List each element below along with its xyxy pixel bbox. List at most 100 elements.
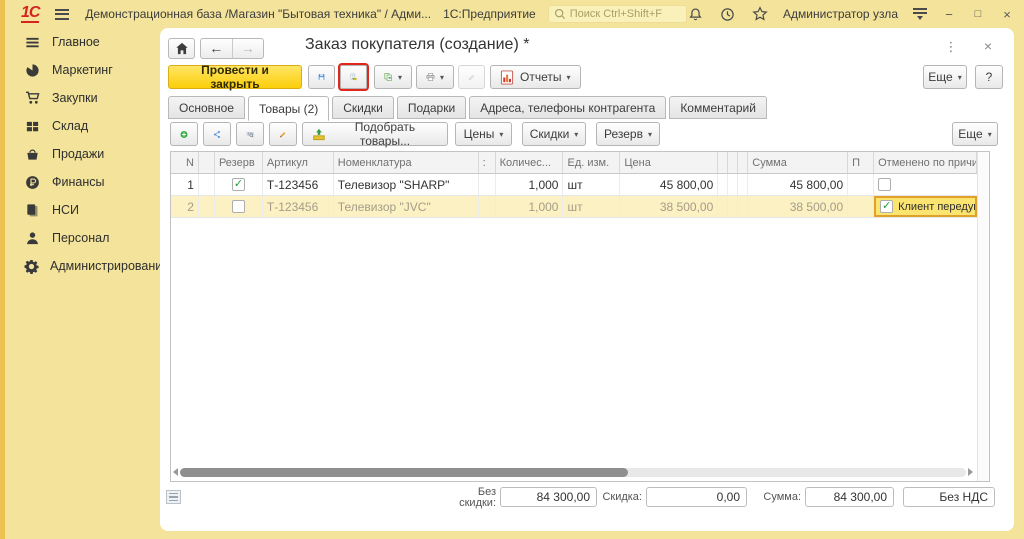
tab-addresses[interactable]: Адреса, телефоны контрагента	[469, 96, 666, 119]
col-sum[interactable]: Сумма	[748, 152, 848, 173]
back-button[interactable]: ←	[201, 39, 232, 58]
save-button[interactable]	[308, 65, 335, 89]
topbar: 1С Демонстрационная база /Магазин "Бытов…	[5, 0, 1024, 28]
items-more-button[interactable]: Еще▾	[952, 122, 998, 146]
col-article[interactable]: Артикул	[263, 152, 334, 173]
table-row[interactable]: 1 Т-123456 Телевизор "SHARP" 1,000 шт 45…	[171, 174, 977, 196]
discounts-button[interactable]: Скидки▾	[522, 122, 586, 146]
person-icon	[24, 230, 41, 247]
order-form-window: ← → Заказ покупателя (создание) * ⋮ × Пр…	[160, 28, 1014, 531]
col-cancelled[interactable]: Отменено по причине	[874, 152, 977, 173]
col-unit[interactable]: Ед. изм.	[563, 152, 620, 173]
tab-gifts[interactable]: Подарки	[397, 96, 466, 119]
tab-main[interactable]: Основное	[168, 96, 245, 119]
no-discount-label: Без скидки:	[444, 487, 496, 509]
pie-chart-icon	[24, 62, 41, 79]
cancel-reason-cell-selected[interactable]: Клиент передумал	[874, 196, 977, 217]
sidebar-item-administration[interactable]: Администрирование	[5, 252, 160, 280]
reserve-checkbox-unchecked[interactable]	[232, 200, 245, 213]
tab-discounts[interactable]: Скидки	[332, 96, 394, 119]
cancel-checkbox-unchecked[interactable]	[878, 178, 891, 191]
col-narrow-3[interactable]	[738, 152, 748, 173]
no-discount-field[interactable]: 84 300,00	[500, 487, 597, 507]
cancel-checkbox-checked[interactable]	[880, 200, 893, 213]
maximize-button[interactable]: □	[971, 8, 985, 20]
sidebar-item-warehouse[interactable]: Склад	[5, 112, 160, 140]
sidebar-item-marketing[interactable]: Маркетинг	[5, 56, 160, 84]
search-input[interactable]	[570, 8, 681, 20]
reserve-button[interactable]: Резерв▾	[596, 122, 660, 146]
share-icon	[213, 127, 221, 142]
col-qty[interactable]: Количес...	[496, 152, 564, 173]
reports-button[interactable]: Отчеты ▾	[490, 65, 581, 89]
split-row-button[interactable]	[203, 122, 231, 146]
col-nomenclature[interactable]: Номенклатура	[334, 152, 479, 173]
notifications-bell-icon[interactable]	[687, 6, 704, 23]
col-narrow-2[interactable]	[728, 152, 738, 173]
prices-button[interactable]: Цены▾	[455, 122, 512, 146]
discount-label: Скидка:	[600, 492, 642, 503]
form-more-button[interactable]: Еще ▾	[923, 65, 967, 89]
help-button[interactable]: ?	[975, 65, 1003, 89]
discount-field[interactable]: 0,00	[646, 487, 747, 507]
col-narrow-1[interactable]	[718, 152, 728, 173]
database-title: Демонстрационная база /Магазин "Бытовая …	[85, 7, 431, 21]
list-icon[interactable]	[166, 490, 181, 504]
global-search[interactable]	[548, 5, 687, 23]
grid-icon	[24, 118, 41, 135]
cancel-reason-text: Клиент передумал	[898, 201, 977, 213]
horizontal-scrollbar[interactable]	[173, 466, 973, 478]
table-row-cancelled[interactable]: 2 Т-123456 Телевизор "JVC" 1,000 шт 38 5…	[171, 196, 977, 218]
col-reserve[interactable]: Резерв	[215, 152, 263, 173]
col-p[interactable]: П	[848, 152, 874, 173]
service-menu-icon[interactable]	[913, 8, 927, 20]
favorites-star-icon[interactable]	[751, 6, 768, 23]
col-n[interactable]: N	[171, 152, 199, 173]
col-blank[interactable]	[199, 152, 215, 173]
scroll-right-icon[interactable]	[968, 468, 973, 476]
app-name: 1С:Предприятие	[443, 7, 536, 21]
scroll-left-icon[interactable]	[173, 468, 178, 476]
dropdown-caret: ▾	[440, 73, 444, 82]
sidebar-item-finance[interactable]: Финансы	[5, 168, 160, 196]
sidebar-item-sales[interactable]: Продажи	[5, 140, 160, 168]
1c-logo: 1С	[21, 5, 39, 23]
edit-row-button[interactable]	[269, 122, 297, 146]
vertical-scrollbar[interactable]	[977, 152, 989, 481]
sidebar-item-nsi[interactable]: НСИ	[5, 196, 160, 224]
add-row-button[interactable]	[170, 122, 198, 146]
pencil-icon	[468, 70, 475, 85]
current-user[interactable]: Администратор узла	[783, 7, 898, 21]
sidebar-item-purchases[interactable]: Закупки	[5, 84, 160, 112]
col-char[interactable]: :	[479, 152, 496, 173]
close-window-button[interactable]: ×	[1000, 7, 1014, 22]
form-kebab-menu-icon[interactable]: ⋮	[944, 39, 958, 55]
sidebar-item-main[interactable]: Главное	[5, 28, 160, 56]
edit-button-disabled	[458, 65, 485, 89]
print-button[interactable]: ▾	[416, 65, 454, 89]
table-header-row: N Резерв Артикул Номенклатура : Количес.…	[171, 152, 977, 174]
barcode-scan-button[interactable]	[236, 122, 264, 146]
col-price[interactable]: Цена	[620, 152, 718, 173]
forward-button[interactable]: →	[233, 39, 264, 58]
scrollbar-thumb[interactable]	[180, 468, 628, 477]
tab-goods[interactable]: Товары (2)	[248, 96, 329, 121]
minimize-button[interactable]: −	[942, 7, 956, 22]
post-document-button[interactable]	[340, 65, 367, 89]
pick-goods-button[interactable]: Подобрать товары...	[302, 122, 448, 146]
sidebar-item-personnel[interactable]: Персонал	[5, 224, 160, 252]
dropdown-caret: ▾	[566, 73, 570, 82]
total-field[interactable]: 84 300,00	[805, 487, 894, 507]
plus-icon	[180, 127, 188, 142]
reserve-checkbox-checked[interactable]	[232, 178, 245, 191]
history-icon[interactable]	[719, 6, 736, 23]
tab-comment[interactable]: Комментарий	[669, 96, 767, 119]
create-based-on-button[interactable]: ▾	[374, 65, 412, 89]
form-close-icon[interactable]: ×	[984, 38, 992, 54]
main-menu-icon[interactable]	[55, 9, 69, 20]
vat-field[interactable]: Без НДС	[903, 487, 995, 507]
gear-icon	[24, 258, 39, 275]
post-and-close-button[interactable]: Провести и закрыть	[168, 65, 302, 89]
home-button[interactable]	[168, 38, 195, 59]
history-nav-group: ← →	[200, 38, 264, 59]
